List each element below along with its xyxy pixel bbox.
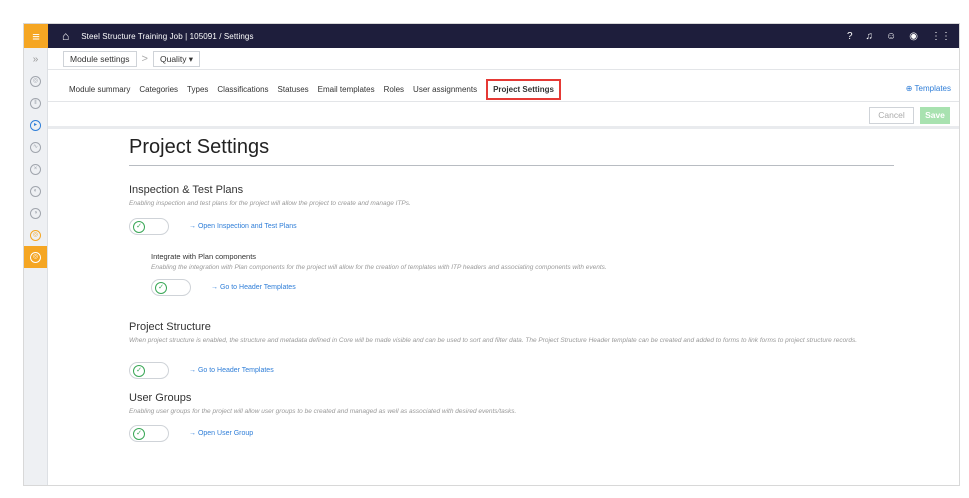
sidebar-item-8[interactable]: ◎ xyxy=(24,224,47,246)
module-icon: ǁ xyxy=(30,97,41,109)
itp-description: Enabling inspection and test plans for t… xyxy=(129,200,411,207)
module-icon: ◎ xyxy=(30,75,41,87)
structure-title: Project Structure xyxy=(129,321,211,333)
sidebar-item-3[interactable]: ▸ xyxy=(24,114,47,136)
project-settings-content: Project Settings Inspection & Test Plans… xyxy=(129,136,929,442)
chevron-right-icon: > xyxy=(141,52,148,65)
tab-email-templates[interactable]: Email templates xyxy=(318,85,375,94)
templates-label: Templates xyxy=(914,84,951,93)
top-tools: ? ♫ ☺ ◉ ⋮⋮ xyxy=(847,24,951,48)
hamburger-icon[interactable]: ≡ xyxy=(24,24,48,48)
groups-toggle[interactable]: ✓ xyxy=(129,425,169,442)
module-icon: ∿ xyxy=(30,141,41,153)
itp-toggle[interactable]: ✓ xyxy=(129,218,169,235)
plan-section: Integrate with Plan components Enabling … xyxy=(151,252,911,272)
bell-icon[interactable]: ♫ xyxy=(866,31,874,42)
user-icon[interactable]: ☺ xyxy=(886,31,896,42)
quality-icon: ◎ xyxy=(30,229,41,241)
sidebar-item-4[interactable]: ∿ xyxy=(24,136,47,158)
module-icon: × xyxy=(30,163,41,175)
top-bar: ≡ ⌂ Steel Structure Training Job | 10509… xyxy=(24,24,959,48)
check-icon: ✓ xyxy=(133,428,145,440)
sidebar-item-5[interactable]: × xyxy=(24,158,47,180)
structure-section: Project Structure When project structure… xyxy=(129,321,909,345)
tab-user-assignments[interactable]: User assignments xyxy=(413,85,477,94)
module-dropdown[interactable]: Quality ▾ xyxy=(152,50,201,67)
sidebar-item-6[interactable]: ◐ xyxy=(24,180,47,202)
cancel-button[interactable]: Cancel xyxy=(869,107,914,124)
check-icon: ✓ xyxy=(133,365,145,377)
plan-description: Enabling the integration with Plan compo… xyxy=(151,264,607,271)
tab-classifications[interactable]: Classifications xyxy=(217,85,268,94)
itp-title: Inspection & Test Plans xyxy=(129,184,244,196)
sidebar-item-2[interactable]: ǁ xyxy=(24,92,47,114)
groups-section: User Groups Enabling user groups for the… xyxy=(129,392,909,416)
settings-tabs: Module summary Categories Types Classifi… xyxy=(48,77,959,102)
tab-project-settings[interactable]: Project Settings xyxy=(486,78,561,100)
save-button[interactable]: Save xyxy=(920,107,950,124)
module-sidebar: » ◎ ǁ ▸ ∿ × ◐ ◑ ◎ ◎ xyxy=(24,48,48,485)
arrow-circle-icon: ⊕ xyxy=(905,84,915,93)
help-icon[interactable]: ? xyxy=(847,31,853,42)
plan-title: Integrate with Plan components xyxy=(151,252,257,261)
expand-sidebar-icon[interactable]: » xyxy=(24,48,47,70)
module-settings-button[interactable]: Module settings xyxy=(63,50,137,67)
settings-icon: ◎ xyxy=(30,251,41,263)
tab-categories[interactable]: Categories xyxy=(139,85,178,94)
play-icon: ▸ xyxy=(30,119,41,131)
apps-icon[interactable]: ⋮⋮ xyxy=(931,31,951,42)
check-icon: ✓ xyxy=(155,282,167,294)
groups-description: Enabling user groups for the project wil… xyxy=(129,408,517,415)
itp-section: Inspection & Test Plans Enabling inspect… xyxy=(129,184,909,208)
groups-title: User Groups xyxy=(129,392,192,404)
sidebar-item-settings[interactable]: ◎ xyxy=(24,246,47,268)
page-title: Project Settings xyxy=(129,136,894,166)
app-window: ≡ ⌂ Steel Structure Training Job | 10509… xyxy=(23,23,960,486)
open-itp-link[interactable]: → Open Inspection and Test Plans xyxy=(189,223,297,230)
structure-header-templates-link[interactable]: → Go to Header Templates xyxy=(189,367,274,374)
tab-module-summary[interactable]: Module summary xyxy=(69,85,130,94)
tab-roles[interactable]: Roles xyxy=(384,85,404,94)
templates-link[interactable]: ⊕ Templates xyxy=(906,84,951,93)
open-user-group-link[interactable]: → Open User Group xyxy=(189,430,253,437)
module-row: Module settings > Quality ▾ xyxy=(48,48,959,70)
tab-statuses[interactable]: Statuses xyxy=(278,85,309,94)
module-icon: ◑ xyxy=(30,207,41,219)
check-icon: ✓ xyxy=(133,221,145,233)
plan-toggle[interactable]: ✓ xyxy=(151,279,191,296)
structure-toggle[interactable]: ✓ xyxy=(129,362,169,379)
home-icon[interactable]: ⌂ xyxy=(62,29,69,43)
action-bar: Cancel Save xyxy=(48,102,959,129)
breadcrumb: Steel Structure Training Job | 105091 / … xyxy=(81,31,254,41)
sidebar-item-1[interactable]: ◎ xyxy=(24,70,47,92)
sidebar-item-7[interactable]: ◑ xyxy=(24,202,47,224)
tab-types[interactable]: Types xyxy=(187,85,208,94)
plan-header-templates-link[interactable]: → Go to Header Templates xyxy=(211,284,296,291)
module-icon: ◐ xyxy=(30,185,41,197)
signout-icon[interactable]: ◉ xyxy=(909,31,918,42)
structure-description: When project structure is enabled, the s… xyxy=(129,337,858,344)
